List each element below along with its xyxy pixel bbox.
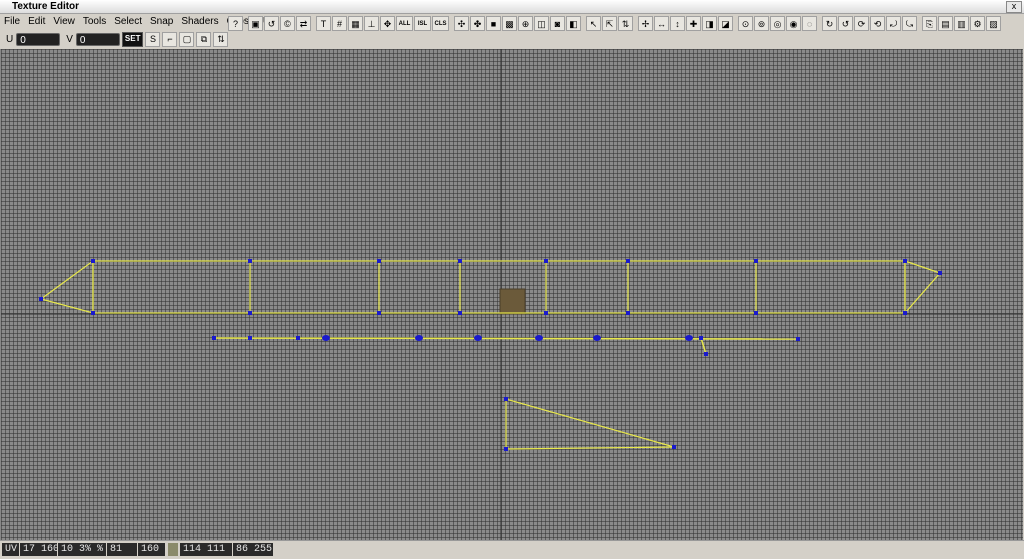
rotate-custom-icon[interactable]: ⟲ [870,15,885,31]
uv-island-line [213,337,799,355]
status-color-swatch [168,543,178,556]
uv-input-row: U 0 V 0 SET S ⌐ ▢ ⧉ ⇅ [0,31,229,47]
split-icon[interactable]: ✤ [470,15,485,31]
export-icon[interactable]: ▥ [954,15,969,31]
zoom-reset-icon[interactable]: ◌ [802,15,817,31]
frame-icon[interactable]: ▢ [179,31,195,47]
rotate-180-icon[interactable]: ⤾ [886,15,901,31]
menu-select[interactable]: Select [110,14,146,30]
set-uv-button[interactable]: SET [121,31,144,47]
select-island-button[interactable]: ISL [414,15,431,31]
swap-icon[interactable]: ⇄ [296,15,311,31]
move-tool-icon[interactable]: ✥ [380,15,395,31]
pointer-move-icon[interactable]: ⇱ [602,15,617,31]
grid-select-icon[interactable]: # [332,15,347,31]
move-all-icon[interactable]: ✢ [638,15,653,31]
uv-canvas[interactable] [0,49,1023,540]
uv-vertices-triangle[interactable] [504,397,676,451]
status-field-5: 114 111 [180,543,232,556]
menu-view[interactable]: View [49,14,79,30]
rotate-ccw-icon[interactable]: ↺ [264,15,279,31]
uv-island-triangle [505,398,675,450]
pivot-icon[interactable]: ⇅ [618,15,633,31]
rotate-45-icon[interactable]: ⟳ [854,15,869,31]
move-vertical-icon[interactable]: ↕ [670,15,685,31]
menu-shaders[interactable]: Shaders [177,14,222,30]
cross-icon[interactable]: ✚ [686,15,701,31]
pointer-icon[interactable]: ↖ [586,15,601,31]
scale-s-icon[interactable]: S [145,31,161,47]
v-label: V [66,33,73,45]
help-icon[interactable]: ? [228,15,243,31]
status-bar: UV 17 160 10 3% % 81 160 114 111 86 255 [0,540,1024,559]
rotate-free-icon[interactable]: ⤿ [902,15,917,31]
swap-uv-icon[interactable]: ⇅ [213,31,229,47]
uv-island-strip [39,259,942,315]
fit-icon[interactable]: ⧉ [196,31,212,47]
lock-icon[interactable]: ▣ [248,15,263,31]
paste-icon[interactable]: ⎘ [922,15,937,31]
render-icon[interactable]: ▤ [938,15,953,31]
texture-editor-window: Texture Editor x File Edit View Tools Select… [0,0,1024,559]
transform-icon[interactable]: ⌐ [162,31,178,47]
uv-grid-icon[interactable]: ▦ [348,15,363,31]
clip-icon[interactable]: ◙ [550,15,565,31]
bake-icon[interactable]: ▨ [986,15,1001,31]
align-icon[interactable]: ⊥ [364,15,379,31]
menu-snap[interactable]: Snap [146,14,177,30]
settings-icon[interactable]: ⚙ [970,15,985,31]
zoom-selection-icon[interactable]: ◉ [786,15,801,31]
menu-file[interactable]: File [0,14,24,30]
status-field-2: 10 3% % [58,543,106,556]
clear-selection-button[interactable]: CLS [432,15,449,31]
zoom-out-icon[interactable]: ⊚ [754,15,769,31]
color-map-icon[interactable]: ■ [486,15,501,31]
texture-tile [499,288,526,315]
scale-icon[interactable]: ◫ [534,15,549,31]
status-field-4: 160 [138,543,165,556]
checker-icon[interactable]: ▩ [502,15,517,31]
status-field-1: 17 160 [20,543,57,556]
menu-edit[interactable]: Edit [24,14,49,30]
v-value-input[interactable]: 0 [75,32,120,46]
rotate-90-cw-icon[interactable]: ↻ [822,15,837,31]
flip-vertical-icon[interactable]: ◪ [718,15,733,31]
status-field-6: 86 255 [233,543,273,556]
u-label: U [6,33,14,45]
snap-icon[interactable]: ⊕ [518,15,533,31]
menu-tools[interactable]: Tools [79,14,110,30]
u-value-input[interactable]: 0 [16,32,61,46]
mirror-icon[interactable]: ◧ [566,15,581,31]
select-all-button[interactable]: ALL [396,15,413,31]
title-bar: Texture Editor x [0,0,1024,14]
main-toolbar: ? ▣ ↺ © ⇄ T # ▦ ⊥ ✥ ALL ISL CLS ✣ ✤ ■ ▩ ⊕ ◫ ◙ ◧ ↖ ⇱ ⇅ ✢ ↔ ↕ ✚ ◨ ◪ ⊙ ⊚ ◎ ◉… [228,14,1002,32]
close-button[interactable]: x [1006,1,1022,13]
uv-vertices-strip[interactable] [39,259,942,315]
weld-icon[interactable]: ✣ [454,15,469,31]
window-title: Texture Editor [12,1,80,12]
text-icon[interactable]: T [316,15,331,31]
uv-layout [1,49,1023,540]
flip-icon[interactable]: ◨ [702,15,717,31]
move-horizontal-icon[interactable]: ↔ [654,15,669,31]
rotate-90-ccw-icon[interactable]: ↺ [838,15,853,31]
zoom-fit-icon[interactable]: ◎ [770,15,785,31]
status-field-3: 81 [107,543,137,556]
copy-icon[interactable]: © [280,15,295,31]
status-mode: UV [2,543,19,556]
zoom-in-icon[interactable]: ⊙ [738,15,753,31]
